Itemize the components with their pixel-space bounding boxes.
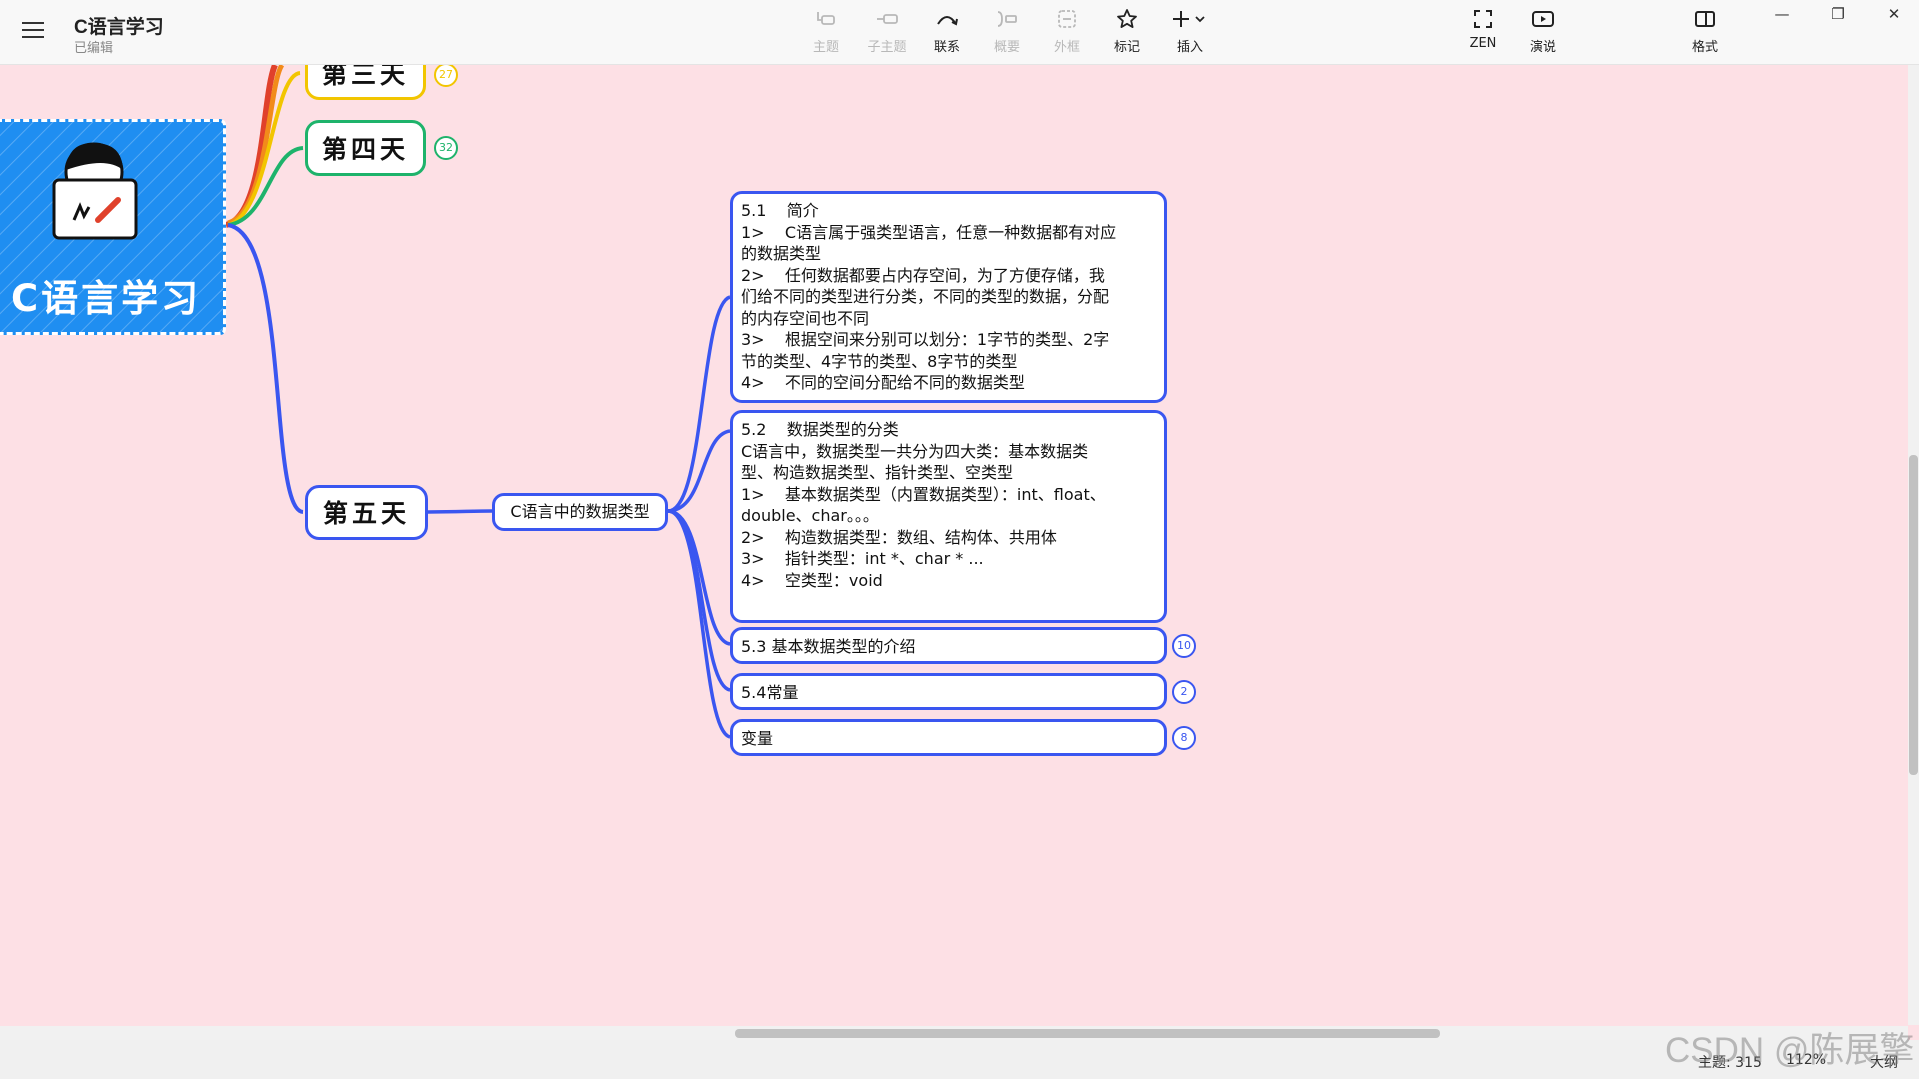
subtopic-icon bbox=[857, 8, 917, 34]
person-laptop-icon bbox=[52, 142, 138, 240]
vertical-scrollbar[interactable] bbox=[1908, 65, 1919, 1025]
topic-5-4-constants[interactable]: 5.4常量 bbox=[730, 673, 1167, 710]
text-line: C语言中，数据类型一共分为四大类：基本数据类 bbox=[741, 441, 1089, 461]
relation-button[interactable]: 联系 bbox=[917, 8, 977, 58]
text-line: 节的类型、4字节的类型、8字节的类型 bbox=[741, 351, 1018, 371]
summary-icon bbox=[977, 8, 1037, 34]
star-icon bbox=[1097, 8, 1157, 34]
note-5-1-intro[interactable]: 5.1 简介 1> C语言属于强类型语言，任意一种数据都有对应 的数据类型 2>… bbox=[730, 191, 1167, 403]
boundary-button[interactable]: 外框 bbox=[1037, 8, 1097, 58]
status-bar: 主题: 315 112% 大纲 bbox=[0, 1040, 1919, 1079]
text-line: 2> 任何数据都要占内存空间，为了方便存储，我 bbox=[741, 265, 1105, 285]
document-status: 已编辑 bbox=[74, 41, 114, 56]
insert-button[interactable]: 插入 bbox=[1160, 8, 1220, 58]
subtopic-data-types[interactable]: C语言中的数据类型 bbox=[492, 493, 668, 531]
topic-variables[interactable]: 变量 bbox=[730, 719, 1167, 756]
collapsed-count-badge[interactable]: 8 bbox=[1172, 726, 1196, 750]
text-line: 的数据类型 bbox=[741, 244, 822, 263]
present-button[interactable]: 演说 bbox=[1513, 8, 1573, 58]
mindmap-canvas[interactable]: C语言学习 第三天 27 第四天 32 第五天 C语言中的数据类型 5.1 简介… bbox=[0, 65, 1908, 1025]
topic-label: 第四天 bbox=[321, 135, 409, 164]
topic-button[interactable]: 主题 bbox=[796, 8, 856, 58]
subtopic-button[interactable]: 子主题 bbox=[857, 8, 917, 58]
topic-label: 第三天 bbox=[321, 65, 409, 89]
text-line: 型、构造数据类型、指针类型、空类型 bbox=[741, 463, 1014, 482]
text-line: 的内存空间也不同 bbox=[741, 308, 870, 328]
text-line: 3> 根据空间来分别可以划分：1字节的类型、2字 bbox=[741, 330, 1110, 349]
horizontal-scroll-thumb[interactable] bbox=[735, 1029, 1440, 1038]
document-title: C语言学习 bbox=[74, 17, 164, 38]
summary-button[interactable]: 概要 bbox=[977, 8, 1037, 58]
text-line: 5.1 简介 bbox=[741, 201, 819, 220]
text-line: 3> 指针类型：int *、char * ... bbox=[741, 549, 984, 568]
relation-icon bbox=[917, 8, 977, 34]
menu-icon[interactable] bbox=[22, 22, 44, 40]
zen-button[interactable]: ZEN bbox=[1453, 8, 1513, 58]
topic-day-3[interactable]: 第三天 bbox=[305, 65, 426, 100]
marker-button[interactable]: 标记 bbox=[1097, 8, 1157, 58]
watermark: CSDN @陈展擎 bbox=[1665, 1031, 1915, 1070]
format-button[interactable]: 格式 bbox=[1675, 8, 1735, 58]
topic-day-4[interactable]: 第四天 bbox=[305, 120, 426, 176]
text-line: 们给不同的类型进行分类，不同的类型的数据，分配 bbox=[741, 287, 1110, 306]
panel-icon bbox=[1675, 8, 1735, 34]
topic-label: 第五天 bbox=[322, 499, 410, 528]
root-title: C语言学习 bbox=[11, 277, 202, 320]
text-line: 2> 构造数据类型：数组、结构体、共用体 bbox=[741, 527, 1057, 547]
text-line: 4> 不同的空间分配给不同的数据类型 bbox=[741, 373, 1025, 392]
close-icon[interactable]: ✕ bbox=[1874, 2, 1914, 26]
note-5-2-classification[interactable]: 5.2 数据类型的分类 C语言中，数据类型一共分为四大类：基本数据类 型、构造数… bbox=[730, 410, 1167, 623]
text-line: 4> 空类型：void bbox=[741, 570, 883, 590]
boundary-icon bbox=[1037, 8, 1097, 34]
text-line: double、char。。。 bbox=[741, 506, 879, 525]
root-topic[interactable]: C语言学习 bbox=[0, 119, 226, 335]
topic-icon bbox=[796, 8, 856, 34]
plus-icon bbox=[1160, 8, 1220, 34]
topic-day-5[interactable]: 第五天 bbox=[305, 485, 428, 540]
play-icon bbox=[1513, 8, 1573, 34]
topic-5-3-basic-types[interactable]: 5.3 基本数据类型的介绍 bbox=[730, 627, 1167, 664]
collapsed-count-badge[interactable]: 10 bbox=[1172, 634, 1196, 658]
text-line: 1> 基本数据类型（内置数据类型）：int、float、 bbox=[741, 484, 1106, 504]
text-line: 1> C语言属于强类型语言，任意一种数据都有对应 bbox=[741, 222, 1117, 242]
text-line: 5.2 数据类型的分类 bbox=[741, 420, 899, 439]
topic-label: 变量 bbox=[741, 729, 774, 748]
vertical-scroll-thumb[interactable] bbox=[1909, 455, 1918, 775]
fullscreen-icon bbox=[1453, 8, 1513, 34]
minimize-icon[interactable]: — bbox=[1762, 2, 1802, 26]
topic-label: 5.3 基本数据类型的介绍 bbox=[741, 637, 916, 656]
title-toolbar: C语言学习 已编辑 主题 子主题 联系 概要 外框 标记 插入 ZEN 演说 格… bbox=[0, 0, 1919, 65]
topic-label: 5.4常量 bbox=[741, 683, 799, 702]
collapsed-count-badge[interactable]: 2 bbox=[1172, 680, 1196, 704]
topic-label: C语言中的数据类型 bbox=[510, 502, 650, 521]
collapsed-count-badge[interactable]: 32 bbox=[434, 136, 458, 160]
restore-icon[interactable]: ❐ bbox=[1818, 2, 1858, 26]
horizontal-scrollbar[interactable] bbox=[0, 1026, 1908, 1040]
